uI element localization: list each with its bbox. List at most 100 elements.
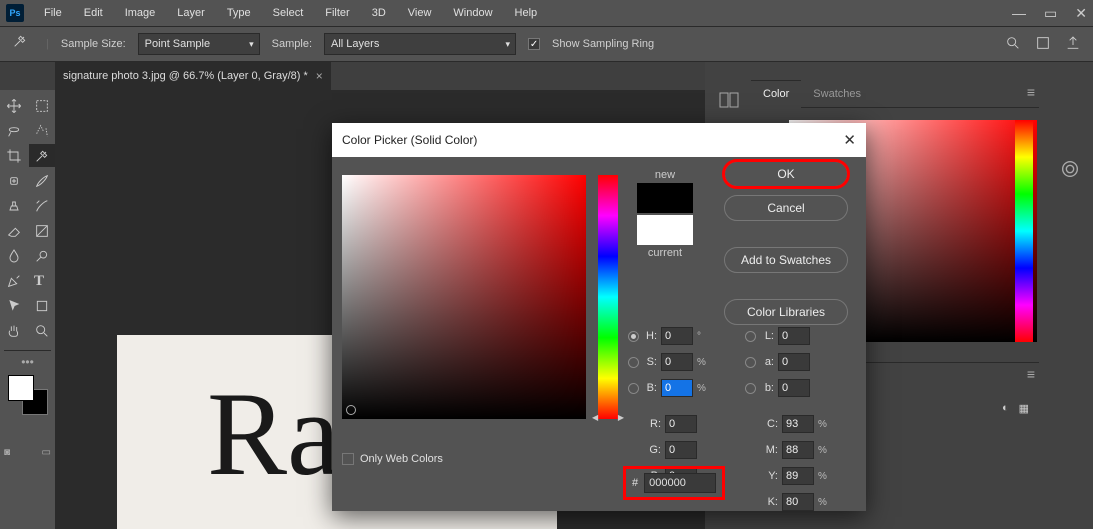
sample-size-dropdown[interactable]: Point Sample — [138, 33, 260, 55]
panel-menu-icon-2[interactable]: ≡ — [1027, 366, 1035, 382]
type-tool[interactable]: T — [29, 269, 55, 292]
menu-image[interactable]: Image — [115, 0, 166, 26]
eraser-tool[interactable] — [1, 219, 27, 242]
fg-bg-swatches[interactable] — [8, 375, 48, 415]
current-color-swatch[interactable] — [637, 215, 693, 245]
menu-select[interactable]: Select — [263, 0, 314, 26]
panel-menu-icon[interactable]: ≡ — [1027, 84, 1035, 100]
color-picker-dialog: Color Picker (Solid Color) ✕ ◀▶ new curr… — [332, 123, 866, 511]
menu-type[interactable]: Type — [217, 0, 261, 26]
k-input[interactable]: 80 — [782, 493, 814, 511]
dodge-tool[interactable] — [29, 244, 55, 267]
hand-tool[interactable] — [1, 319, 27, 342]
blur-tool[interactable] — [1, 244, 27, 267]
lab-b-input[interactable]: 0 — [778, 379, 810, 397]
hex-input[interactable]: 000000 — [644, 473, 716, 493]
eyedropper-tool[interactable] — [29, 144, 55, 167]
ok-button[interactable]: OK — [724, 161, 848, 187]
window-controls: — ▭ ✕ — [1012, 0, 1087, 26]
rectangle-tool[interactable] — [29, 294, 55, 317]
s-input[interactable]: 0 — [661, 353, 693, 371]
sample-dropdown[interactable]: All Layers — [324, 33, 516, 55]
current-color-label: current — [634, 247, 696, 259]
minimize-icon[interactable]: — — [1012, 5, 1026, 21]
tab-swatches[interactable]: Swatches — [801, 80, 873, 108]
menu-bar: Ps File Edit Image Layer Type Select Fil… — [0, 0, 1093, 26]
show-sampling-ring-label: Show Sampling Ring — [552, 38, 654, 50]
menu-edit[interactable]: Edit — [74, 0, 113, 26]
tab-color[interactable]: Color — [751, 80, 801, 108]
document-tab[interactable]: signature photo 3.jpg @ 66.7% (Layer 0, … — [55, 62, 331, 90]
adjustment-presets-icon[interactable]: ▦ — [1019, 402, 1029, 415]
b-input[interactable]: 0 — [661, 379, 693, 397]
sv-cursor-icon — [346, 405, 356, 415]
crop-tool[interactable] — [1, 144, 27, 167]
document-tab-title: signature photo 3.jpg @ 66.7% (Layer 0, … — [63, 70, 308, 82]
l-radio[interactable] — [745, 331, 756, 342]
pen-tool[interactable] — [1, 269, 27, 292]
share-icon[interactable] — [1065, 35, 1081, 54]
close-icon[interactable]: ✕ — [1075, 5, 1087, 22]
menu-view[interactable]: View — [398, 0, 442, 26]
menu-3d[interactable]: 3D — [362, 0, 396, 26]
g-input[interactable]: 0 — [665, 441, 697, 459]
menu-layer[interactable]: Layer — [167, 0, 215, 26]
sv-color-field[interactable] — [342, 175, 586, 419]
menu-help[interactable]: Help — [505, 0, 548, 26]
sample-size-label: Sample Size: — [61, 38, 126, 50]
panel-dock-icon[interactable] — [719, 92, 739, 111]
quick-mask-icon[interactable]: ◙ — [4, 447, 10, 458]
menu-window[interactable]: Window — [443, 0, 502, 26]
maximize-icon[interactable]: ▭ — [1044, 5, 1057, 22]
lasso-tool[interactable] — [1, 119, 27, 142]
l-input[interactable]: 0 — [778, 327, 810, 345]
screen-mode-icon[interactable]: ▭ — [42, 447, 51, 458]
only-web-colors-label: Only Web Colors — [360, 453, 443, 465]
color-libraries-button[interactable]: Color Libraries — [724, 299, 848, 325]
foreground-color-swatch[interactable] — [8, 375, 34, 401]
gradient-tool[interactable] — [29, 219, 55, 242]
new-color-swatch — [637, 183, 693, 213]
menu-file[interactable]: File — [34, 0, 72, 26]
dialog-titlebar[interactable]: Color Picker (Solid Color) ✕ — [332, 123, 866, 157]
hue-strip[interactable] — [598, 175, 618, 419]
r-input[interactable]: 0 — [665, 415, 697, 433]
workspace-icon[interactable] — [1035, 35, 1051, 54]
s-radio[interactable] — [628, 357, 639, 368]
y-input[interactable]: 89 — [782, 467, 814, 485]
c-input[interactable]: 93 — [782, 415, 814, 433]
search-icon[interactable] — [1005, 35, 1021, 54]
zoom-tool[interactable] — [29, 319, 55, 342]
eyedropper-tool-icon — [12, 33, 34, 55]
path-select-tool[interactable] — [1, 294, 27, 317]
move-tool[interactable] — [1, 94, 27, 117]
color-panel-hue-strip[interactable] — [1015, 120, 1033, 342]
clone-stamp-tool[interactable] — [1, 194, 27, 217]
hex-label: # — [632, 477, 638, 489]
marquee-tool[interactable] — [29, 94, 55, 117]
quick-select-tool[interactable] — [29, 119, 55, 142]
history-brush-tool[interactable] — [29, 194, 55, 217]
cancel-button[interactable]: Cancel — [724, 195, 848, 221]
add-to-swatches-button[interactable]: Add to Swatches — [724, 247, 848, 273]
h-input[interactable]: 0 — [661, 327, 693, 345]
lab-b-radio[interactable] — [745, 383, 756, 394]
menu-filter[interactable]: Filter — [315, 0, 359, 26]
new-adjustment-icon[interactable]: ◐ — [1002, 402, 1009, 415]
brush-tool[interactable] — [29, 169, 55, 192]
a-radio[interactable] — [745, 357, 756, 368]
show-sampling-ring-checkbox[interactable] — [528, 38, 540, 50]
h-radio[interactable] — [628, 331, 639, 342]
only-web-colors-checkbox[interactable] — [342, 453, 354, 465]
tools-panel: T ••• ◙ ▭ — [0, 90, 55, 529]
m-input[interactable]: 88 — [782, 441, 814, 459]
close-tab-icon[interactable]: × — [316, 69, 323, 83]
b-radio[interactable] — [628, 383, 639, 394]
new-color-label: new — [634, 169, 696, 181]
cc-libraries-icon[interactable] — [1059, 158, 1081, 183]
hex-field-highlight: # 000000 — [628, 471, 720, 495]
a-input[interactable]: 0 — [778, 353, 810, 371]
dialog-title: Color Picker (Solid Color) — [342, 133, 477, 147]
healing-brush-tool[interactable] — [1, 169, 27, 192]
dialog-close-icon[interactable]: ✕ — [843, 131, 856, 149]
